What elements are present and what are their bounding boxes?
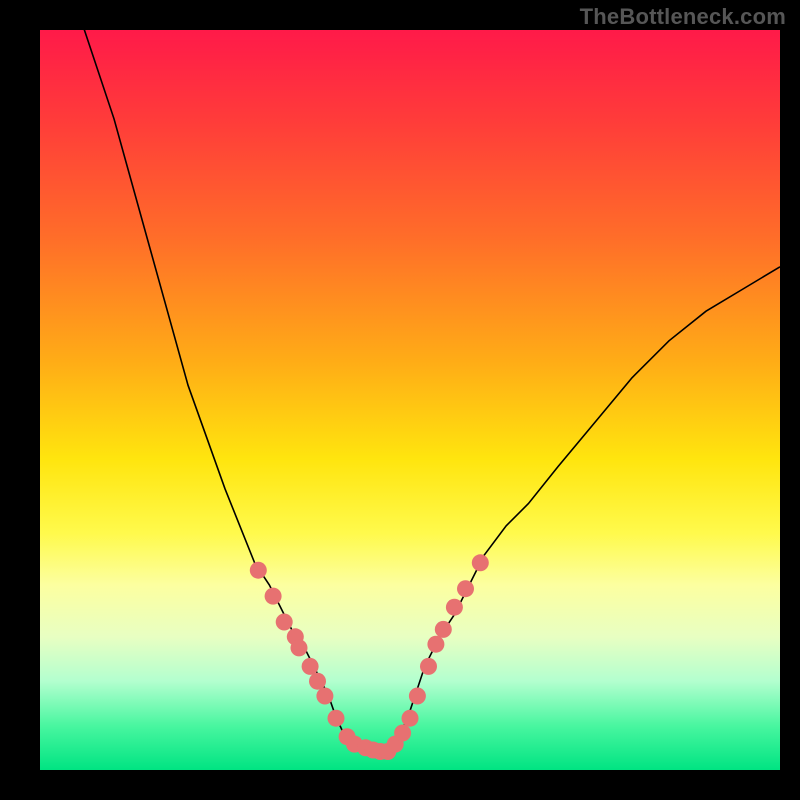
data-marker [394, 725, 411, 742]
data-marker [265, 588, 282, 605]
data-marker [457, 580, 474, 597]
data-marker [435, 621, 452, 638]
watermark: TheBottleneck.com [580, 4, 786, 30]
data-marker [276, 614, 293, 631]
curve-right-branch [373, 267, 780, 755]
data-marker [309, 673, 326, 690]
data-marker [446, 599, 463, 616]
curve-left-branch [77, 30, 373, 755]
data-marker [250, 562, 267, 579]
data-marker [427, 636, 444, 653]
data-marker [402, 710, 419, 727]
data-marker [291, 639, 308, 656]
data-marker [302, 658, 319, 675]
data-marker [420, 658, 437, 675]
data-marker [472, 554, 489, 571]
chart-frame: TheBottleneck.com [0, 0, 800, 800]
data-marker [316, 688, 333, 705]
data-marker [328, 710, 345, 727]
data-marker [409, 688, 426, 705]
plot-gradient-area [40, 30, 780, 770]
chart-svg [40, 30, 780, 770]
